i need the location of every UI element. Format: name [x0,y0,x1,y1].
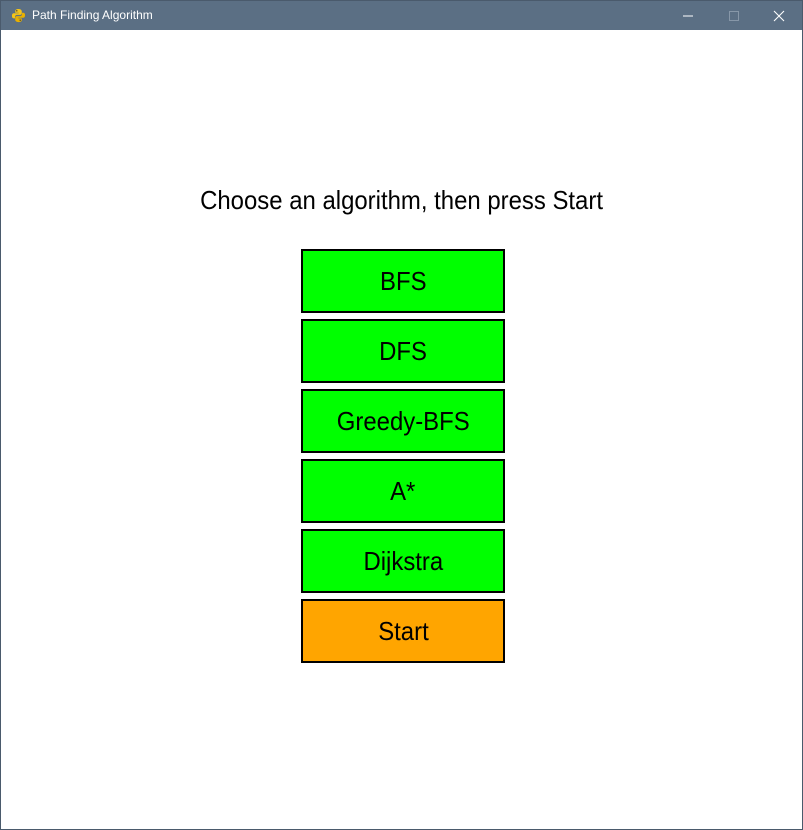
dfs-button[interactable]: DFS [301,319,505,383]
start-button[interactable]: Start [301,599,505,663]
minimize-button[interactable] [665,1,711,30]
dijkstra-button-label: Dijkstra [363,545,443,576]
bfs-button-label: BFS [379,265,427,296]
window-title: Path Finding Algorithm [32,8,153,22]
close-button[interactable] [756,1,802,30]
a-star-button[interactable]: A* [301,459,505,523]
instruction-text: Choose an algorithm, then press Start [200,185,603,215]
canvas-area: Choose an algorithm, then press Start BF… [1,30,802,829]
app-window: Path Finding Algorithm Choose an algorit… [0,0,803,830]
bfs-button[interactable]: BFS [301,249,505,313]
start-button-label: Start [377,615,429,646]
python-snake-icon [11,8,26,23]
greedy-bfs-button-label: Greedy-BFS [336,405,470,436]
maximize-button[interactable] [711,1,757,30]
greedy-bfs-button[interactable]: Greedy-BFS [301,389,505,453]
dfs-button-label: DFS [379,335,427,366]
a-star-button-label: A* [390,475,416,506]
maximize-icon [729,11,739,21]
title-bar[interactable]: Path Finding Algorithm [1,1,802,30]
dijkstra-button[interactable]: Dijkstra [301,529,505,593]
minimize-icon [683,15,693,17]
close-icon [773,10,785,22]
